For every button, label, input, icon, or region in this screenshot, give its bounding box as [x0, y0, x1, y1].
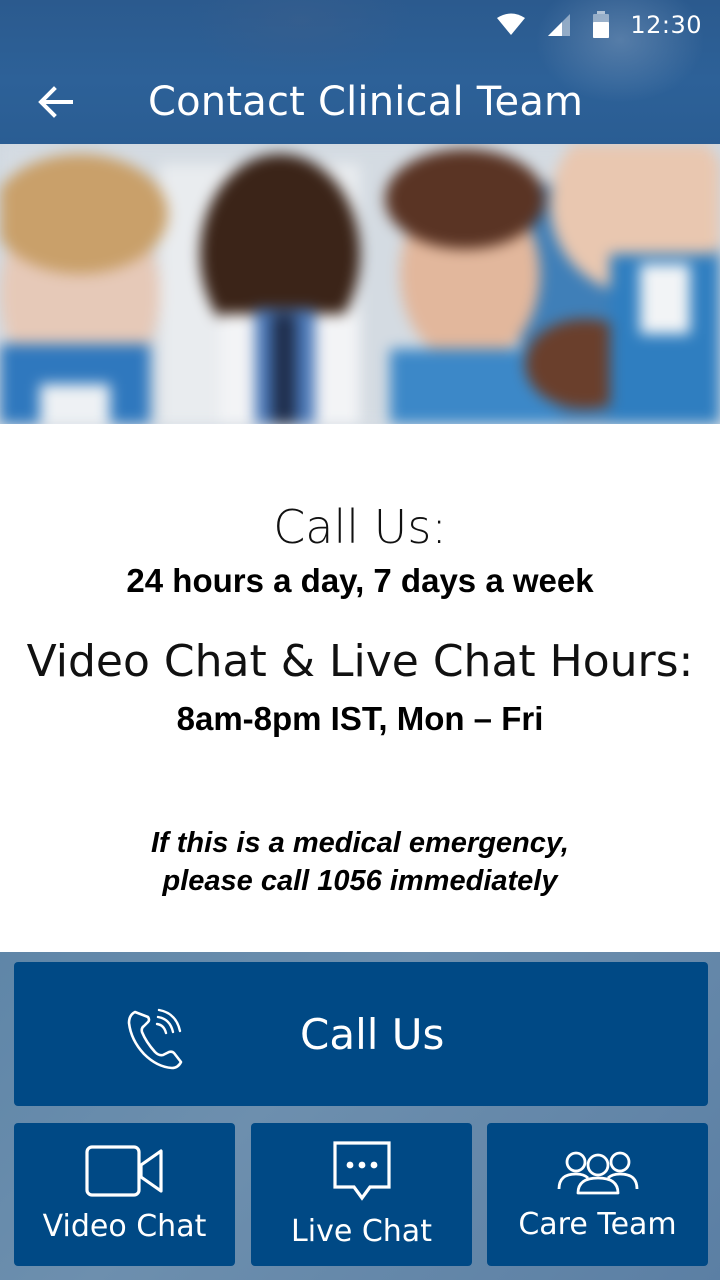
back-button[interactable]	[0, 60, 112, 144]
action-panel: Call Us Video Chat Live Chat Care Team	[0, 952, 720, 1280]
emergency-line-2: please call 1056 immediately	[162, 865, 558, 897]
care-team-label: Care Team	[518, 1207, 677, 1242]
battery-icon	[593, 11, 610, 38]
video-camera-icon	[84, 1145, 163, 1197]
app-bar: Contact Clinical Team	[0, 60, 720, 144]
call-us-button[interactable]: Call Us	[14, 962, 708, 1106]
chat-bubble-icon	[332, 1141, 391, 1201]
call-hours: 24 hours a day, 7 days a week	[126, 562, 594, 599]
group-icon	[557, 1151, 638, 1195]
phone-icon	[127, 1008, 183, 1070]
emergency-line-1: If this is a medical emergency,	[151, 827, 569, 859]
signal-icon	[548, 14, 571, 36]
chat-heading: Video Chat & Live Chat Hours:	[26, 636, 694, 687]
header: 12:30 Contact Clinical Team	[0, 0, 720, 144]
emergency-notice: If this is a medical emergency, please c…	[0, 824, 720, 900]
live-chat-button[interactable]: Live Chat	[251, 1123, 472, 1266]
wifi-icon	[497, 13, 526, 35]
arrow-back-icon	[38, 86, 73, 118]
live-chat-label: Live Chat	[291, 1214, 432, 1249]
video-chat-button[interactable]: Video Chat	[14, 1123, 235, 1266]
page-title: Contact Clinical Team	[148, 79, 584, 125]
video-chat-label: Video Chat	[42, 1209, 207, 1244]
contact-info: Call Us: 24 hours a day, 7 days a week V…	[0, 424, 720, 952]
chat-hours: 8am-8pm IST, Mon – Fri	[176, 700, 544, 737]
hero-image	[0, 144, 720, 424]
status-bar: 12:30	[0, 0, 720, 50]
care-team-button[interactable]: Care Team	[487, 1123, 708, 1266]
status-time: 12:30	[630, 11, 702, 39]
call-heading: Call Us:	[273, 500, 447, 554]
call-us-label: Call Us	[300, 1010, 445, 1059]
